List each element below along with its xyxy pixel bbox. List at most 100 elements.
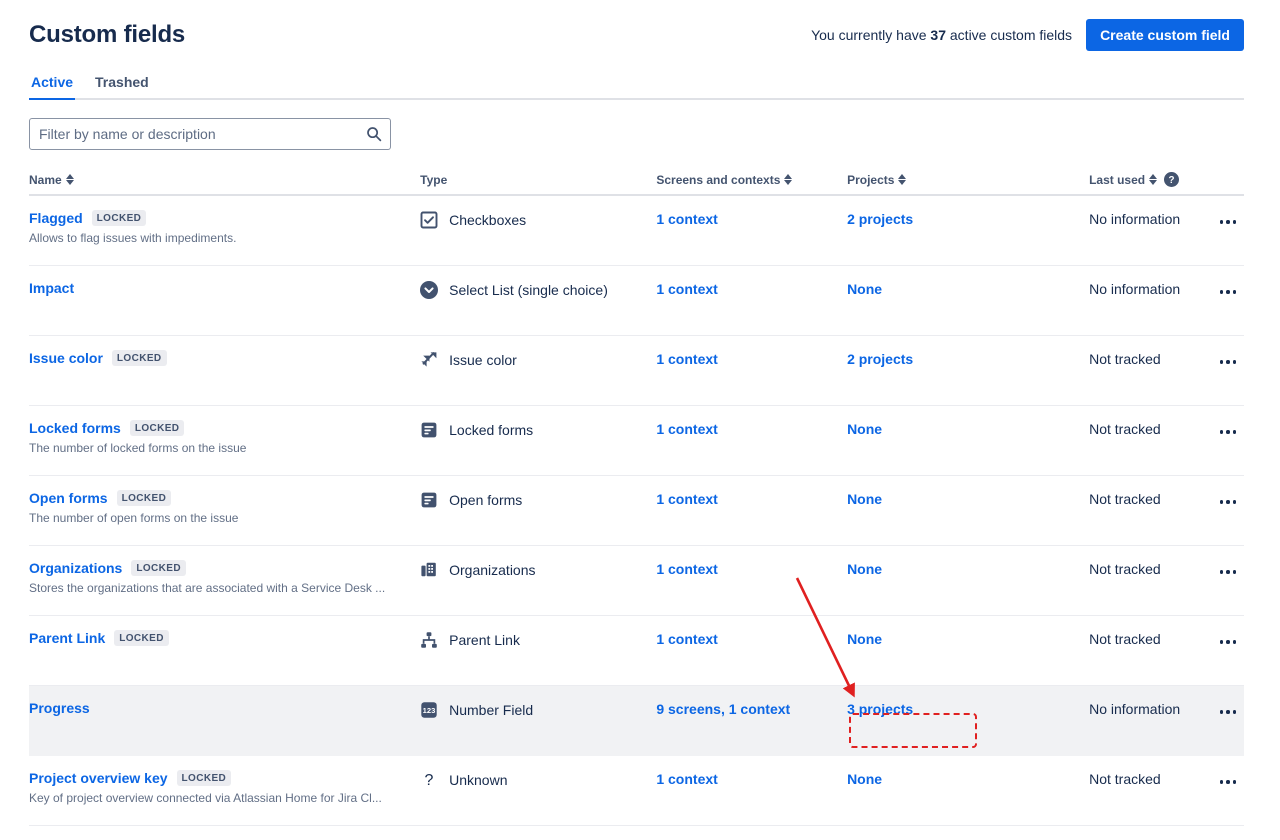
cell-name: Progress (29, 700, 420, 716)
field-type-label: Unknown (449, 772, 507, 788)
cell-actions (1205, 280, 1244, 304)
cell-screens-contexts: 1 context (656, 280, 847, 297)
svg-text:?: ? (1169, 175, 1175, 186)
projects-link[interactable]: None (847, 491, 882, 507)
more-actions-icon[interactable] (1212, 350, 1244, 374)
column-header-last-used-label: Last used (1089, 173, 1145, 187)
column-header-last-used[interactable]: Last used ? (1089, 172, 1205, 187)
more-actions-icon[interactable] (1212, 560, 1244, 584)
field-description: The number of open forms on the issue (29, 510, 238, 526)
field-type-label: Parent Link (449, 632, 520, 648)
form-document-icon (420, 421, 438, 439)
table-row: Open formsLOCKEDThe number of open forms… (29, 476, 1244, 546)
screens-contexts-link[interactable]: 1 context (656, 421, 717, 437)
svg-text:123: 123 (423, 706, 436, 715)
projects-link[interactable]: None (847, 771, 882, 787)
field-name-link[interactable]: Parent Link (29, 630, 105, 646)
field-name-link[interactable]: Impact (29, 280, 74, 296)
table-row: Organizations LOCKED Stores the organizati… (29, 546, 1244, 616)
tab-active[interactable]: Active (29, 74, 75, 98)
screens-contexts-link[interactable]: 9 screens, 1 context (656, 701, 790, 717)
sort-icon (1149, 174, 1157, 186)
cell-screens-contexts: 1 context (656, 630, 847, 647)
field-name-link[interactable]: Project overview key (29, 770, 168, 786)
projects-link[interactable]: 3 projects (847, 701, 913, 717)
column-header-projects[interactable]: Projects (847, 173, 1089, 187)
table-body: Flagged LOCKED Allows to flag issues with … (29, 196, 1244, 826)
field-type-label: Number Field (449, 702, 533, 718)
column-header-type-label: Type (420, 173, 447, 187)
screens-contexts-link[interactable]: 1 context (656, 281, 717, 297)
column-header-name-label: Name (29, 173, 62, 187)
cell-type: Locked forms (420, 420, 656, 439)
field-name-link[interactable]: Open forms (29, 490, 108, 506)
cell-projects: None (847, 280, 1089, 297)
field-description: Key of project overview connected via At… (29, 790, 382, 806)
more-actions-icon[interactable] (1212, 700, 1244, 724)
field-description: Allows to flag issues with impediments. (29, 230, 236, 246)
cell-name: Project overview keyLOCKEDKey of project… (29, 770, 420, 806)
cell-projects: None (847, 490, 1089, 507)
search-input[interactable] (29, 118, 391, 150)
cell-screens-contexts: 1 context (656, 350, 847, 367)
projects-link[interactable]: None (847, 631, 882, 647)
field-type-label: Locked forms (449, 422, 533, 438)
cell-name: Organizations LOCKED Stores the organizati… (29, 560, 420, 596)
count-value: 37 (930, 27, 946, 43)
locked-badge: LOCKED (114, 630, 169, 646)
projects-link[interactable]: 2 projects (847, 351, 913, 367)
more-actions-icon[interactable] (1212, 210, 1244, 234)
screens-contexts-link[interactable]: 1 context (656, 211, 717, 227)
cell-last-used: No information (1089, 700, 1205, 717)
sort-icon (784, 174, 792, 186)
cell-type: Parent Link (420, 630, 656, 649)
locked-badge: LOCKED (131, 560, 186, 576)
sort-icon (898, 174, 906, 186)
cell-type: Issue color (420, 350, 656, 369)
more-actions-icon[interactable] (1212, 490, 1244, 514)
cell-name: FlaggedLOCKEDAllows to flag issues with … (29, 210, 420, 246)
projects-link[interactable]: 2 projects (847, 211, 913, 227)
cell-actions (1205, 560, 1244, 584)
field-name-link[interactable]: Progress (29, 700, 90, 716)
field-name-link[interactable]: Issue color (29, 350, 103, 366)
cell-projects: None (847, 770, 1089, 787)
field-name-link[interactable]: Organizations (29, 560, 122, 576)
count-suffix: active custom fields (950, 27, 1072, 43)
field-type-label: Open forms (449, 492, 522, 508)
projects-link[interactable]: None (847, 561, 882, 577)
cell-screens-contexts: 1 context (656, 560, 847, 577)
cell-name: Locked formsLOCKEDThe number of locked f… (29, 420, 420, 456)
help-icon[interactable]: ? (1164, 172, 1179, 187)
projects-link[interactable]: None (847, 281, 882, 297)
more-actions-icon[interactable] (1212, 420, 1244, 444)
cell-actions (1205, 420, 1244, 444)
question-mark-icon: ? (420, 771, 438, 789)
screens-contexts-link[interactable]: 1 context (656, 561, 717, 577)
cell-type: Select List (single choice) (420, 280, 656, 299)
cell-type: Checkboxes (420, 210, 656, 229)
screens-contexts-link[interactable]: 1 context (656, 351, 717, 367)
screens-contexts-link[interactable]: 1 context (656, 491, 717, 507)
cell-actions (1205, 490, 1244, 514)
column-header-screens[interactable]: Screens and contexts (656, 173, 847, 187)
more-actions-icon[interactable] (1212, 280, 1244, 304)
tab-trashed[interactable]: Trashed (93, 74, 151, 98)
screens-contexts-link[interactable]: 1 context (656, 771, 717, 787)
field-name-link[interactable]: Locked forms (29, 420, 121, 436)
screens-contexts-link[interactable]: 1 context (656, 631, 717, 647)
field-description: Stores the organizations that are associ… (29, 580, 385, 596)
more-actions-icon[interactable] (1212, 630, 1244, 654)
cell-projects: 3 projects (847, 700, 1089, 717)
svg-text:?: ? (425, 772, 434, 789)
column-header-name[interactable]: Name (29, 173, 420, 187)
table-row: Parent Link LOCKED Parent Link 1 context Non… (29, 616, 1244, 686)
more-actions-icon[interactable] (1212, 770, 1244, 794)
create-custom-field-button[interactable]: Create custom field (1086, 19, 1244, 51)
field-name-link[interactable]: Flagged (29, 210, 83, 226)
cell-actions (1205, 630, 1244, 654)
table-row: Impact Select List (single choice)1 conte… (29, 266, 1244, 336)
cell-projects: None (847, 560, 1089, 577)
cell-last-used: No information (1089, 210, 1205, 227)
projects-link[interactable]: None (847, 421, 882, 437)
